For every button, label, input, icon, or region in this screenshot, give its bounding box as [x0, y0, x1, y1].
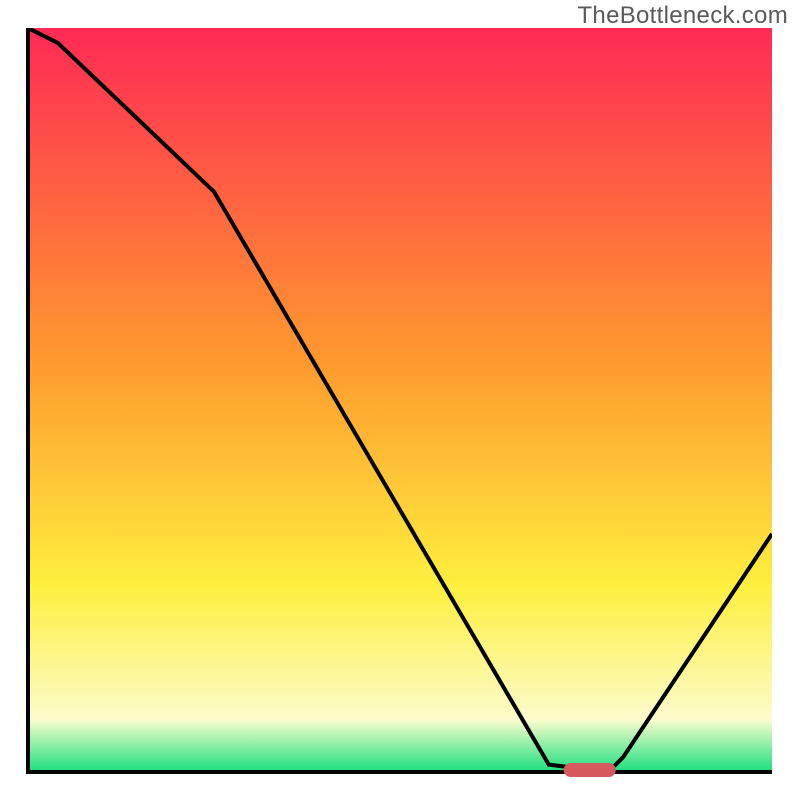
bottleneck-chart: [0, 0, 800, 800]
optimum-marker: [564, 763, 616, 777]
chart-frame: TheBottleneck.com: [0, 0, 800, 800]
watermark-text: TheBottleneck.com: [577, 2, 788, 30]
gradient-background: [28, 28, 772, 772]
